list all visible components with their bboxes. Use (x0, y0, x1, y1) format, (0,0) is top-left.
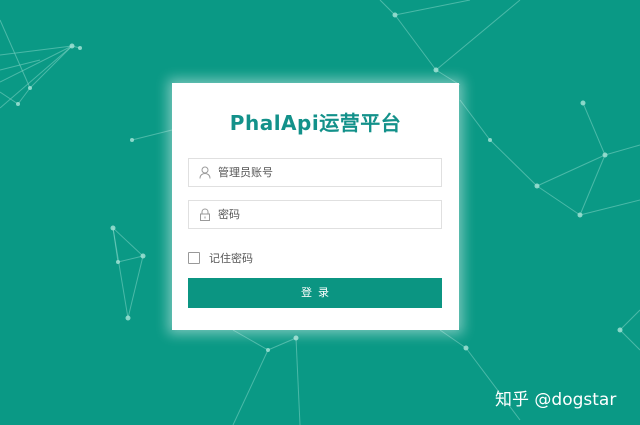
remember-checkbox[interactable] (188, 252, 200, 264)
username-field[interactable] (188, 158, 442, 187)
user-icon (199, 166, 211, 179)
password-field[interactable] (188, 200, 442, 229)
remember-label: 记住密码 (209, 252, 253, 265)
page-title: PhalApi运营平台 (229, 111, 402, 135)
password-input[interactable] (218, 201, 433, 228)
remember-password[interactable]: 记住密码 (188, 250, 253, 266)
username-input[interactable] (218, 159, 433, 186)
login-button[interactable]: 登录 (188, 278, 442, 308)
watermark: 知乎 @dogstar (495, 390, 617, 410)
lock-icon (200, 208, 210, 221)
login-card: PhalApi运营平台 记住密码 登录 (172, 83, 459, 330)
